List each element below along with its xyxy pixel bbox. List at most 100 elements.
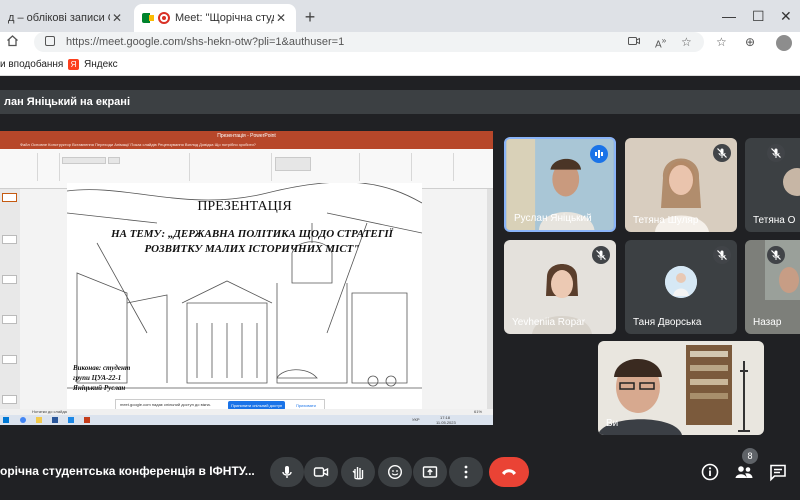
read-aloud-icon[interactable]: A» xyxy=(655,35,666,50)
browser-taskbar-icon[interactable] xyxy=(20,417,26,423)
close-window-icon[interactable]: ✕ xyxy=(780,8,792,25)
muted-mic-icon xyxy=(767,246,785,264)
reactions-button[interactable] xyxy=(378,457,412,487)
lock-icon[interactable] xyxy=(45,36,55,46)
mail-taskbar-icon[interactable] xyxy=(68,417,74,423)
microphone-icon xyxy=(282,466,292,478)
participant-count-badge: 8 xyxy=(742,448,758,464)
author-line: групи ЦУА-22-1 xyxy=(73,374,122,382)
ribbon-group-styles xyxy=(362,153,412,181)
shared-screen: Презентація - PowerPoint Файл Основне Ко… xyxy=(0,131,493,425)
meeting-title: орічна студентська конференція в ІФНТУ..… xyxy=(0,464,255,478)
address-row: https://meet.google.com/shs-hekn-otw?pli… xyxy=(0,32,800,54)
new-tab-button[interactable]: + xyxy=(300,7,320,28)
browser-tab-strip: д – облікові записи Google ✕ Meet: "Щорі… xyxy=(0,0,800,32)
profile-avatar[interactable] xyxy=(776,35,792,51)
camera-icon[interactable] xyxy=(628,35,640,49)
muted-mic-icon xyxy=(713,144,731,162)
meet-logo-icon xyxy=(142,13,154,23)
slide-thumbnail xyxy=(2,355,17,364)
participants-button[interactable] xyxy=(734,462,754,482)
muted-mic-icon xyxy=(767,144,785,162)
yandex-icon: Я xyxy=(68,59,79,70)
bookmark-favorites[interactable]: и вподобання xyxy=(0,59,63,70)
author-line: Яніцький Руслан xyxy=(73,384,126,392)
participant-name: Таня Дворська xyxy=(633,317,702,328)
participant-name: Тетяна Шуляр xyxy=(633,215,699,226)
self-view-tile[interactable]: Ви xyxy=(598,341,764,435)
participant-tile[interactable]: Назар xyxy=(745,240,800,334)
participant-tile[interactable]: Руслан Яніцький xyxy=(504,137,616,232)
people-icon xyxy=(735,466,753,478)
word-taskbar-icon[interactable] xyxy=(52,417,58,423)
chat-icon xyxy=(770,464,786,482)
bookmark-yandex[interactable]: Яндекс xyxy=(84,59,118,70)
participant-name: Тетяна О xyxy=(753,215,796,226)
present-icon xyxy=(422,466,438,478)
minimize-window-icon[interactable]: — xyxy=(722,8,736,24)
home-icon[interactable] xyxy=(6,34,20,48)
current-slide: ПРЕЗЕНТАЦІЯ НА ТЕМУ: „ДЕРЖАВНА ПОЛІТИКА … xyxy=(67,183,422,413)
more-options-button[interactable] xyxy=(449,457,483,487)
slide-thumbnails xyxy=(0,189,20,419)
ppt-scrollbar[interactable] xyxy=(487,189,493,419)
slide-thumbnail xyxy=(2,315,17,324)
info-icon xyxy=(701,463,719,481)
folder-taskbar-icon[interactable] xyxy=(36,417,42,423)
favorites-icon[interactable]: ☆ xyxy=(716,35,727,49)
muted-mic-icon xyxy=(713,246,731,264)
slide-title: ПРЕЗЕНТАЦІЯ xyxy=(197,199,292,214)
leave-call-button[interactable] xyxy=(489,457,529,487)
presenter-banner: лан Яніцький на екрані xyxy=(0,90,800,114)
hand-icon xyxy=(352,467,364,480)
emoji-icon xyxy=(387,464,403,480)
slide-thumbnail xyxy=(2,395,17,404)
author-line: Виконав: студент xyxy=(73,364,131,372)
bookmarks-bar: и вподобання Я Яндекс xyxy=(0,54,800,76)
participant-name: Руслан Яніцький xyxy=(514,213,592,224)
ribbon-group-slides xyxy=(40,153,60,181)
ribbon-group-font xyxy=(60,153,190,181)
participant-name: Назар xyxy=(753,317,782,328)
tab-meet[interactable]: Meet: "Щорічна студентсь ✕ xyxy=(134,4,296,32)
address-bar[interactable]: https://meet.google.com/shs-hekn-otw?pli… xyxy=(34,32,704,52)
participant-name: Ви xyxy=(606,418,619,429)
participant-tile[interactable]: Yevheniia Ropar xyxy=(504,240,616,334)
ribbon-group-editing xyxy=(414,153,454,181)
meeting-info-button[interactable] xyxy=(700,462,720,482)
raise-hand-button[interactable] xyxy=(341,457,375,487)
maximize-window-icon[interactable]: ☐ xyxy=(752,8,765,25)
meet-control-bar: орічна студентська конференція в ІФНТУ..… xyxy=(0,450,800,500)
muted-mic-icon xyxy=(592,246,610,264)
participant-tile[interactable]: Таня Дворська xyxy=(625,240,737,334)
favorites-add-icon[interactable]: ☆ xyxy=(681,35,692,49)
participant-name: Yevheniia Ropar xyxy=(512,317,586,328)
powerpoint-taskbar-icon[interactable] xyxy=(84,417,90,423)
slide-thumbnail xyxy=(2,193,17,202)
microphone-button[interactable] xyxy=(270,457,304,487)
windows-taskbar: УКР 17:18 11.05.2023 xyxy=(0,415,493,425)
camera-button[interactable] xyxy=(304,457,338,487)
tab-google-accounts[interactable]: д – облікові записи Google ✕ xyxy=(0,4,132,32)
ppt-menu-bar: Файл Основне Конструктор Вставлення Пере… xyxy=(0,141,493,149)
end-call-icon xyxy=(502,469,516,475)
windows-start-icon[interactable] xyxy=(3,417,9,423)
more-vert-icon xyxy=(464,465,468,479)
participant-avatar xyxy=(783,168,800,196)
tab-title: Meet: "Щорічна студентсь xyxy=(175,12,274,24)
participant-tile[interactable]: Тетяна О xyxy=(745,138,800,232)
close-tab-icon[interactable]: ✕ xyxy=(274,11,288,25)
notes-placeholder: Нотатки до слайда xyxy=(32,409,67,414)
collections-icon[interactable]: ⊕ xyxy=(745,35,755,49)
participant-tile[interactable]: Тетяна Шуляр xyxy=(625,138,737,232)
close-tab-icon[interactable]: ✕ xyxy=(110,11,124,25)
language-indicator: УКР xyxy=(412,417,420,422)
clock-date: 11.05.2023 xyxy=(436,420,456,425)
recording-icon xyxy=(158,12,170,24)
present-screen-button[interactable] xyxy=(413,457,447,487)
speaking-indicator-icon xyxy=(590,145,608,163)
ribbon-group-clipboard xyxy=(2,153,38,181)
participant-avatar xyxy=(665,266,697,298)
chat-button[interactable] xyxy=(768,462,788,482)
slide-thumbnail xyxy=(2,275,17,284)
